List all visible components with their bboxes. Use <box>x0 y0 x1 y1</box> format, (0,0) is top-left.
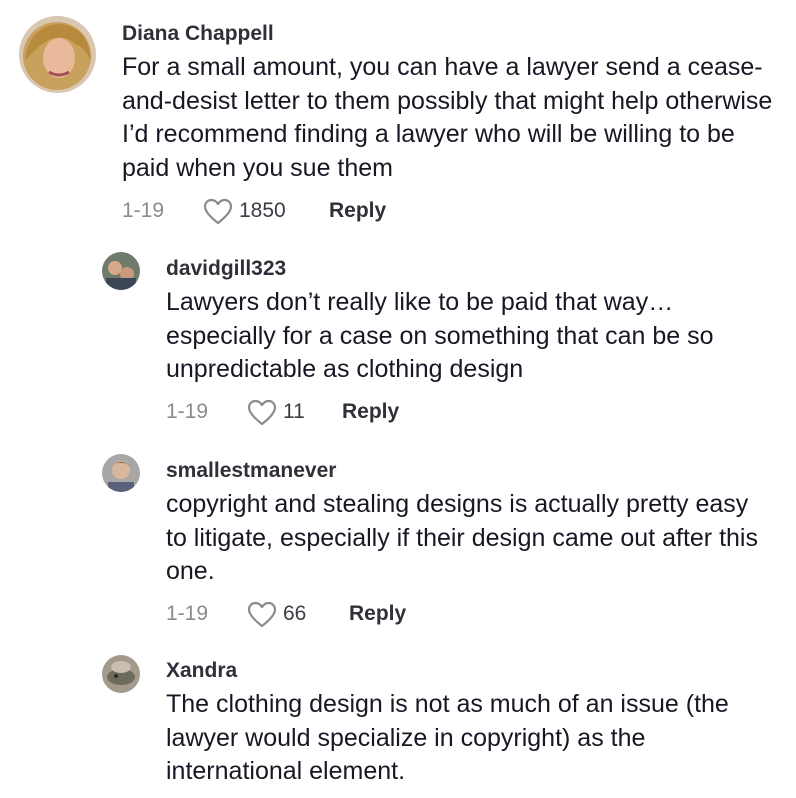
comment-username[interactable]: davidgill323 <box>166 257 286 281</box>
comment-text: The clothing design is not as much of an… <box>166 690 729 785</box>
reply-button[interactable]: Reply <box>342 397 399 427</box>
comment-username[interactable]: Diana Chappell <box>122 22 274 46</box>
avatar[interactable] <box>19 16 96 93</box>
comment-username[interactable]: smallestmanever <box>166 459 336 483</box>
comment-username[interactable]: Xandra <box>166 659 237 683</box>
heart-outline-icon <box>203 198 233 225</box>
avatar[interactable] <box>102 454 140 492</box>
comment-actions: 1-19 11 Reply <box>166 397 566 427</box>
comment-diana-chappell: Diana Chappell For a small amount, you c… <box>0 0 796 230</box>
reply-button[interactable]: Reply <box>329 196 386 226</box>
like-count: 1850 <box>239 199 286 222</box>
comment-actions: 1-19 1850 Reply <box>122 196 522 226</box>
reply-davidgill323: davidgill323 Lawyers don’t really like t… <box>0 240 796 440</box>
reply-xandra: Xandra The clothing design is not as muc… <box>0 644 796 798</box>
like-button[interactable]: 66 <box>247 599 306 629</box>
heart-outline-icon <box>247 601 277 628</box>
heart-outline-icon <box>247 399 277 426</box>
reply-button[interactable]: Reply <box>349 599 406 629</box>
comment-text: For a small amount, you can have a lawye… <box>122 53 773 182</box>
comment-actions: 1-19 66 Reply <box>166 599 566 629</box>
avatar[interactable] <box>102 655 140 693</box>
like-count: 11 <box>283 400 305 423</box>
comment-date: 1-19 <box>166 602 209 625</box>
like-count: 66 <box>283 602 307 625</box>
like-button[interactable]: 1850 <box>203 196 286 226</box>
reply-smallestmanever: smallestmanever copyright and stealing d… <box>0 442 796 642</box>
comment-date: 1-19 <box>166 400 209 423</box>
like-button[interactable]: 11 <box>247 397 305 427</box>
comment-text: Lawyers don’t really like to be paid tha… <box>166 288 714 383</box>
comment-date: 1-19 <box>122 199 165 222</box>
comment-text: copyright and stealing designs is actual… <box>166 490 758 585</box>
avatar[interactable] <box>102 252 140 290</box>
